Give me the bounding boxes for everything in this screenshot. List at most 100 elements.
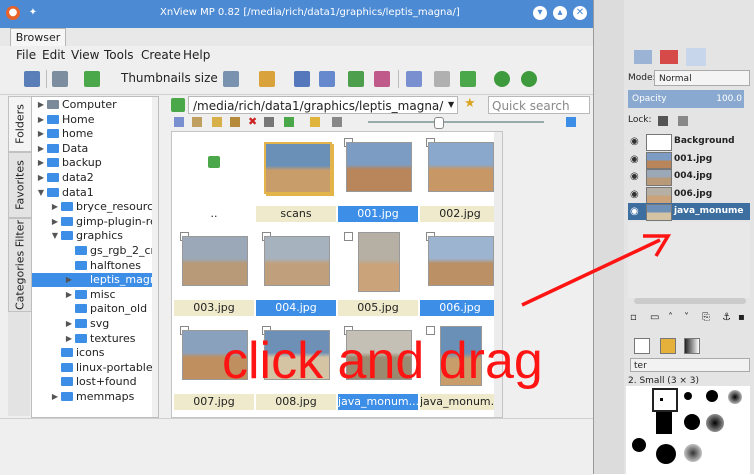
print-icon[interactable]	[294, 71, 310, 87]
tree-item[interactable]: ▶ bryce_resource	[32, 200, 158, 214]
maximize-icon[interactable]: ▴	[553, 6, 567, 20]
zoom-slider-track[interactable]	[368, 121, 544, 123]
mode-select[interactable]: Normal	[654, 70, 750, 86]
go-up-icon[interactable]	[171, 98, 185, 112]
tree-item[interactable]: ▶ svg	[32, 317, 158, 331]
delete-layer-icon[interactable]: ▪	[738, 312, 745, 323]
brushes-tab-icon[interactable]	[634, 338, 650, 354]
collapsed-arrow-icon[interactable]: ▶	[64, 332, 74, 346]
pin-icon[interactable]: ✦	[26, 6, 40, 20]
filter-icon[interactable]	[84, 71, 100, 87]
tab-folders[interactable]: Folders	[8, 96, 32, 152]
expanded-arrow-icon[interactable]: ▼	[50, 229, 60, 243]
menu-file[interactable]: File	[16, 48, 36, 62]
collapsed-arrow-icon[interactable]: ▶	[36, 98, 46, 112]
image-thumbnail[interactable]: 006.jpg	[420, 230, 500, 316]
menu-tools[interactable]: Tools	[104, 48, 134, 62]
paths-tab-icon[interactable]	[686, 48, 706, 66]
path-input[interactable]: /media/rich/data1/graphics/leptis_magna/	[188, 96, 458, 114]
lock-pixels-icon[interactable]	[658, 116, 668, 126]
eye-icon[interactable]: ◉	[630, 151, 639, 168]
gradients-tab-icon[interactable]	[684, 338, 700, 354]
quick-search-input[interactable]: Quick search	[488, 96, 590, 114]
category-icon[interactable]	[259, 71, 275, 87]
layout-icon[interactable]	[332, 117, 342, 127]
collapsed-arrow-icon[interactable]: ▶	[36, 142, 46, 156]
tab-categories-filter[interactable]: Categories Filter	[8, 218, 32, 312]
brush-round-medium[interactable]	[706, 390, 718, 402]
view-info-icon[interactable]	[566, 117, 576, 127]
up-folder-icon[interactable]	[460, 71, 476, 87]
image-thumbnail[interactable]: 004.jpg	[256, 230, 336, 316]
tree-item[interactable]: ▶ backup	[32, 156, 156, 170]
nav-back-icon[interactable]	[174, 117, 184, 127]
brush-grid[interactable]	[626, 386, 750, 474]
collapsed-arrow-icon[interactable]: ▶	[36, 113, 46, 127]
menu-create[interactable]: Create	[141, 48, 181, 62]
menu-view[interactable]: View	[71, 48, 99, 62]
rename-icon[interactable]	[230, 117, 240, 127]
layers-scrollbar[interactable]	[634, 298, 746, 304]
layer-row[interactable]: ◉ java_monume	[628, 203, 750, 221]
anchor-layer-icon[interactable]: ⚓	[722, 312, 731, 323]
brush-soft[interactable]	[684, 444, 702, 462]
nav-forward-icon[interactable]	[192, 117, 202, 127]
brush-filter-input[interactable]: ter	[630, 358, 750, 372]
image-thumbnail[interactable]: 001.jpg	[338, 136, 418, 222]
tree-item[interactable]: linux-portable-n	[32, 361, 158, 375]
zoom-slider-handle[interactable]	[434, 117, 444, 129]
image-thumbnail[interactable]: 003.jpg	[174, 230, 254, 316]
layer-row[interactable]: ◉ 001.jpg	[628, 151, 750, 169]
refresh-icon[interactable]	[494, 71, 510, 87]
tree-item[interactable]: lost+found	[32, 375, 158, 389]
duplicate-layer-icon[interactable]: ⎘	[702, 312, 710, 323]
menu-edit[interactable]: Edit	[42, 48, 65, 62]
tree-item[interactable]: ▶ leptis_magna	[32, 273, 158, 288]
brush-tiny[interactable]	[660, 398, 663, 401]
forward-icon[interactable]	[434, 71, 450, 87]
tag-icon[interactable]	[284, 117, 294, 127]
collapsed-arrow-icon[interactable]: ▶	[64, 317, 74, 331]
thumbnails-size-button[interactable]: Thumbnails size	[121, 71, 218, 85]
tab-favorites[interactable]: Favorites	[8, 152, 32, 218]
collapsed-arrow-icon[interactable]: ▶	[36, 127, 46, 141]
fullscreen-icon[interactable]	[24, 71, 40, 87]
folder-tree[interactable]: ▶ Computer ▶ Home ▶ home ▶ Data ▶ backup ▶ data2 ▼ da…	[31, 96, 159, 418]
eye-icon[interactable]: ◉	[630, 203, 639, 220]
view-mode-icon[interactable]	[52, 71, 68, 87]
brush-round-large[interactable]	[684, 414, 700, 430]
eye-icon[interactable]: ◉	[630, 186, 639, 203]
path-dropdown-icon[interactable]: ▼	[448, 100, 454, 109]
new-folder-icon[interactable]	[212, 117, 222, 127]
tree-item[interactable]: ▶ data2	[32, 171, 156, 185]
layer-row[interactable]: ◉ 004.jpg	[628, 168, 750, 186]
raise-layer-icon[interactable]: ˄	[668, 312, 673, 323]
close-icon[interactable]: ✕	[573, 6, 587, 20]
delete-icon[interactable]: ✖	[248, 115, 257, 128]
parent-folder-thumbnail[interactable]: ..	[174, 136, 254, 222]
minimize-icon[interactable]: ▾	[533, 6, 547, 20]
eye-icon[interactable]: ◉	[630, 133, 639, 150]
compare-icon[interactable]	[374, 71, 390, 87]
collapsed-arrow-icon[interactable]: ▶	[36, 156, 46, 170]
brush-block[interactable]	[656, 412, 672, 434]
slideshow-icon[interactable]	[348, 71, 364, 87]
opacity-slider[interactable]: Opacity 100.0	[628, 90, 744, 108]
new-layer-icon[interactable]: ▫	[630, 312, 637, 323]
scan-icon[interactable]	[319, 71, 335, 87]
collapsed-arrow-icon[interactable]: ▶	[50, 390, 60, 404]
tree-scrollbar[interactable]	[152, 97, 158, 417]
image-thumbnail[interactable]: 005.jpg	[338, 230, 418, 316]
tree-item[interactable]: ▶ misc	[32, 288, 158, 302]
collapsed-arrow-icon[interactable]: ▶	[36, 171, 46, 185]
brush-fuzzy[interactable]	[728, 390, 742, 404]
collapsed-arrow-icon[interactable]: ▶	[50, 200, 60, 214]
tree-item[interactable]: ▶ home	[32, 127, 156, 141]
lower-layer-icon[interactable]: ˅	[684, 312, 689, 323]
brush-splatter[interactable]	[706, 414, 724, 432]
tree-item[interactable]: ▶ Data	[32, 142, 156, 156]
tab-browser[interactable]: Browser	[10, 28, 66, 47]
collapsed-arrow-icon[interactable]: ▶	[64, 288, 74, 302]
tree-item[interactable]: ▼ data1	[32, 186, 156, 200]
tree-item[interactable]: ▶ textures	[32, 332, 158, 346]
